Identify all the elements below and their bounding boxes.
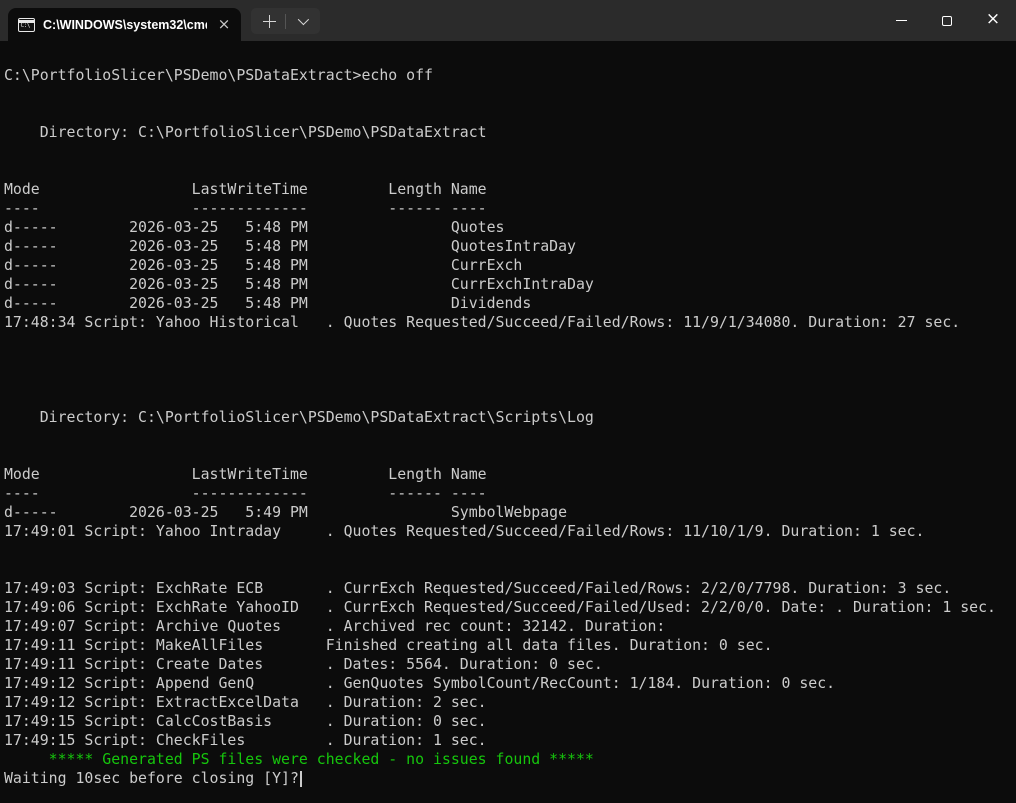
terminal-line: d----- 2026-03-25 5:48 PM CurrExch — [4, 256, 1016, 275]
maximize-button[interactable] — [924, 0, 970, 41]
terminal-line: d----- 2026-03-25 5:48 PM CurrExchIntraD… — [4, 275, 1016, 294]
tab-title: C:\WINDOWS\system32\cmd. — [43, 18, 207, 32]
terminal-line — [4, 427, 1016, 446]
terminal-line: ***** Generated PS files were checked - … — [4, 750, 1016, 769]
terminal-output: C:\PortfolioSlicer\PSDemo\PSDataExtract>… — [4, 66, 1016, 788]
tab-cmd[interactable]: C:\ C:\WINDOWS\system32\cmd. × — [8, 8, 241, 41]
tab-close-icon[interactable]: × — [215, 16, 233, 34]
terminal-line: 17:49:03 Script: ExchRate ECB . CurrExch… — [4, 579, 1016, 598]
minimize-icon — [896, 20, 907, 21]
terminal-line — [4, 332, 1016, 351]
cmd-icon-text: C:\ — [21, 23, 30, 29]
terminal-line — [4, 161, 1016, 180]
terminal-line — [4, 560, 1016, 579]
terminal-line: ---- ------------- ------ ---- — [4, 484, 1016, 503]
terminal-line — [4, 370, 1016, 389]
new-tab-button[interactable] — [253, 9, 285, 33]
terminal-line: Directory: C:\PortfolioSlicer\PSDemo\PSD… — [4, 408, 1016, 427]
terminal-line: Directory: C:\PortfolioSlicer\PSDemo\PSD… — [4, 123, 1016, 142]
terminal-line: ---- ------------- ------ ---- — [4, 199, 1016, 218]
plus-icon — [263, 15, 276, 28]
terminal-line: d----- 2026-03-25 5:48 PM Dividends — [4, 294, 1016, 313]
tab-strip: C:\ C:\WINDOWS\system32\cmd. × — [0, 0, 241, 41]
terminal-line: Waiting 10sec before closing [Y]? — [4, 769, 1016, 788]
close-icon: × — [986, 11, 1000, 28]
terminal-line: d----- 2026-03-25 5:49 PM SymbolWebpage — [4, 503, 1016, 522]
terminal-line: 17:48:34 Script: Yahoo Historical . Quot… — [4, 313, 1016, 332]
terminal-line: 17:49:12 Script: ExtractExcelData . Dura… — [4, 693, 1016, 712]
terminal-line: 17:49:12 Script: Append GenQ . GenQuotes… — [4, 674, 1016, 693]
terminal-line: Mode LastWriteTime Length Name — [4, 465, 1016, 484]
terminal-line: 17:49:06 Script: ExchRate YahooID . Curr… — [4, 598, 1016, 617]
terminal-line: 17:49:07 Script: Archive Quotes . Archiv… — [4, 617, 1016, 636]
terminal-line: d----- 2026-03-25 5:48 PM QuotesIntraDay — [4, 237, 1016, 256]
terminal-line: 17:49:15 Script: CalcCostBasis . Duratio… — [4, 712, 1016, 731]
terminal-line: 17:49:11 Script: MakeAllFiles Finished c… — [4, 636, 1016, 655]
terminal-screen[interactable]: C:\PortfolioSlicer\PSDemo\PSDataExtract>… — [0, 41, 1016, 803]
new-tab-group — [251, 8, 320, 34]
terminal-line: 17:49:01 Script: Yahoo Intraday . Quotes… — [4, 522, 1016, 541]
terminal-line: C:\PortfolioSlicer\PSDemo\PSDataExtract>… — [4, 66, 1016, 85]
terminal-line — [4, 389, 1016, 408]
terminal-line — [4, 142, 1016, 161]
terminal-line: d----- 2026-03-25 5:48 PM Quotes — [4, 218, 1016, 237]
minimize-button[interactable] — [878, 0, 924, 41]
window-controls: × — [878, 0, 1016, 41]
title-bar: C:\ C:\WINDOWS\system32\cmd. × × — [0, 0, 1016, 41]
terminal-window: C:\ C:\WINDOWS\system32\cmd. × × — [0, 0, 1016, 803]
chevron-down-icon — [298, 14, 309, 25]
terminal-line: Mode LastWriteTime Length Name — [4, 180, 1016, 199]
terminal-line — [4, 104, 1016, 123]
text-cursor — [300, 771, 302, 787]
terminal-line: 17:49:15 Script: CheckFiles . Duration: … — [4, 731, 1016, 750]
close-button[interactable]: × — [970, 0, 1016, 41]
terminal-line — [4, 85, 1016, 104]
cmd-prompt-icon: C:\ — [18, 18, 35, 32]
maximize-icon — [942, 16, 952, 26]
terminal-line — [4, 446, 1016, 465]
terminal-line — [4, 541, 1016, 560]
terminal-line — [4, 351, 1016, 370]
terminal-line: 17:49:11 Script: Create Dates . Dates: 5… — [4, 655, 1016, 674]
tab-dropdown-button[interactable] — [286, 9, 318, 33]
